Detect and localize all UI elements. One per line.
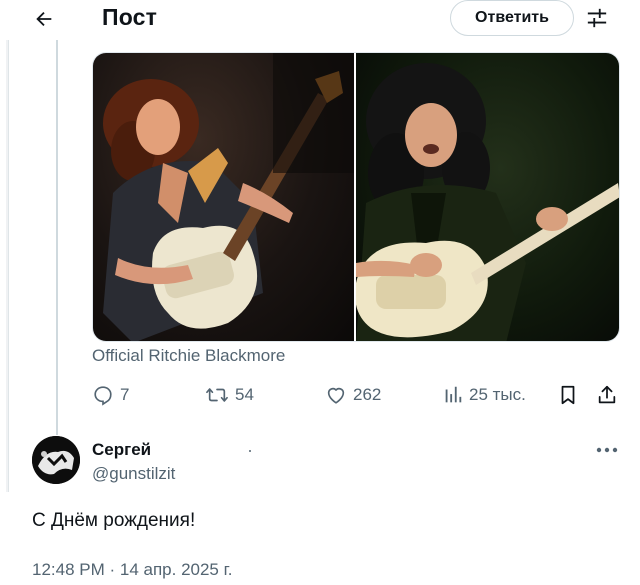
page-title: Пост xyxy=(102,4,158,30)
repost-action[interactable]: 54 xyxy=(205,380,254,410)
repost-count: 54 xyxy=(235,385,254,404)
share-action[interactable] xyxy=(596,380,618,410)
reply-author-name[interactable]: Сергей xyxy=(92,440,151,460)
views-action[interactable]: 25 тыс. xyxy=(443,380,526,410)
post-action-bar: 7 54 262 25 тыс. xyxy=(92,380,620,410)
sliders-icon xyxy=(587,8,607,28)
back-button[interactable] xyxy=(28,4,60,34)
avatar[interactable] xyxy=(32,436,80,484)
reply-count: 7 xyxy=(120,385,130,404)
reply-author-handle[interactable]: @gunstilzit xyxy=(92,464,175,484)
like-count: 262 xyxy=(353,385,382,404)
media-caption[interactable]: Official Ritchie Blackmore xyxy=(92,346,285,366)
photo-guitarist-left[interactable] xyxy=(93,53,354,341)
reply-action[interactable]: 7 xyxy=(92,380,129,410)
repost-icon xyxy=(206,388,228,402)
reply-post[interactable]: Сергей @gunstilzit С Днём рождения! 12:4… xyxy=(0,420,640,585)
page-edge-line xyxy=(8,0,9,492)
guitarist-photo-left xyxy=(103,53,354,341)
reply-timestamp[interactable]: 12:48 PM · 14 апр. 2025 г. xyxy=(32,560,232,580)
share-icon xyxy=(598,385,616,404)
reply-button[interactable]: Ответить xyxy=(450,0,574,36)
heart-icon xyxy=(327,387,345,404)
views-count: 25 тыс. xyxy=(469,385,526,404)
stray-dot xyxy=(249,450,251,452)
arrow-left-icon xyxy=(36,11,52,27)
more-dots-icon xyxy=(596,447,618,453)
post-media[interactable] xyxy=(92,52,620,342)
thread-line xyxy=(56,40,58,435)
reply-text: С Днём рождения! xyxy=(32,510,196,531)
comment-icon xyxy=(94,386,112,406)
bookmark-icon xyxy=(561,385,575,405)
views-chart-icon xyxy=(445,386,462,403)
like-action[interactable]: 262 xyxy=(325,380,381,410)
photo-guitarist-right[interactable] xyxy=(356,53,619,341)
more-options-button[interactable] xyxy=(594,438,620,462)
filter-button[interactable] xyxy=(582,4,612,32)
guitarist-photo-right xyxy=(356,63,619,341)
top-bar: Пост Ответить xyxy=(0,0,640,40)
bookmark-action[interactable] xyxy=(558,380,578,410)
avatar-image xyxy=(32,436,80,484)
